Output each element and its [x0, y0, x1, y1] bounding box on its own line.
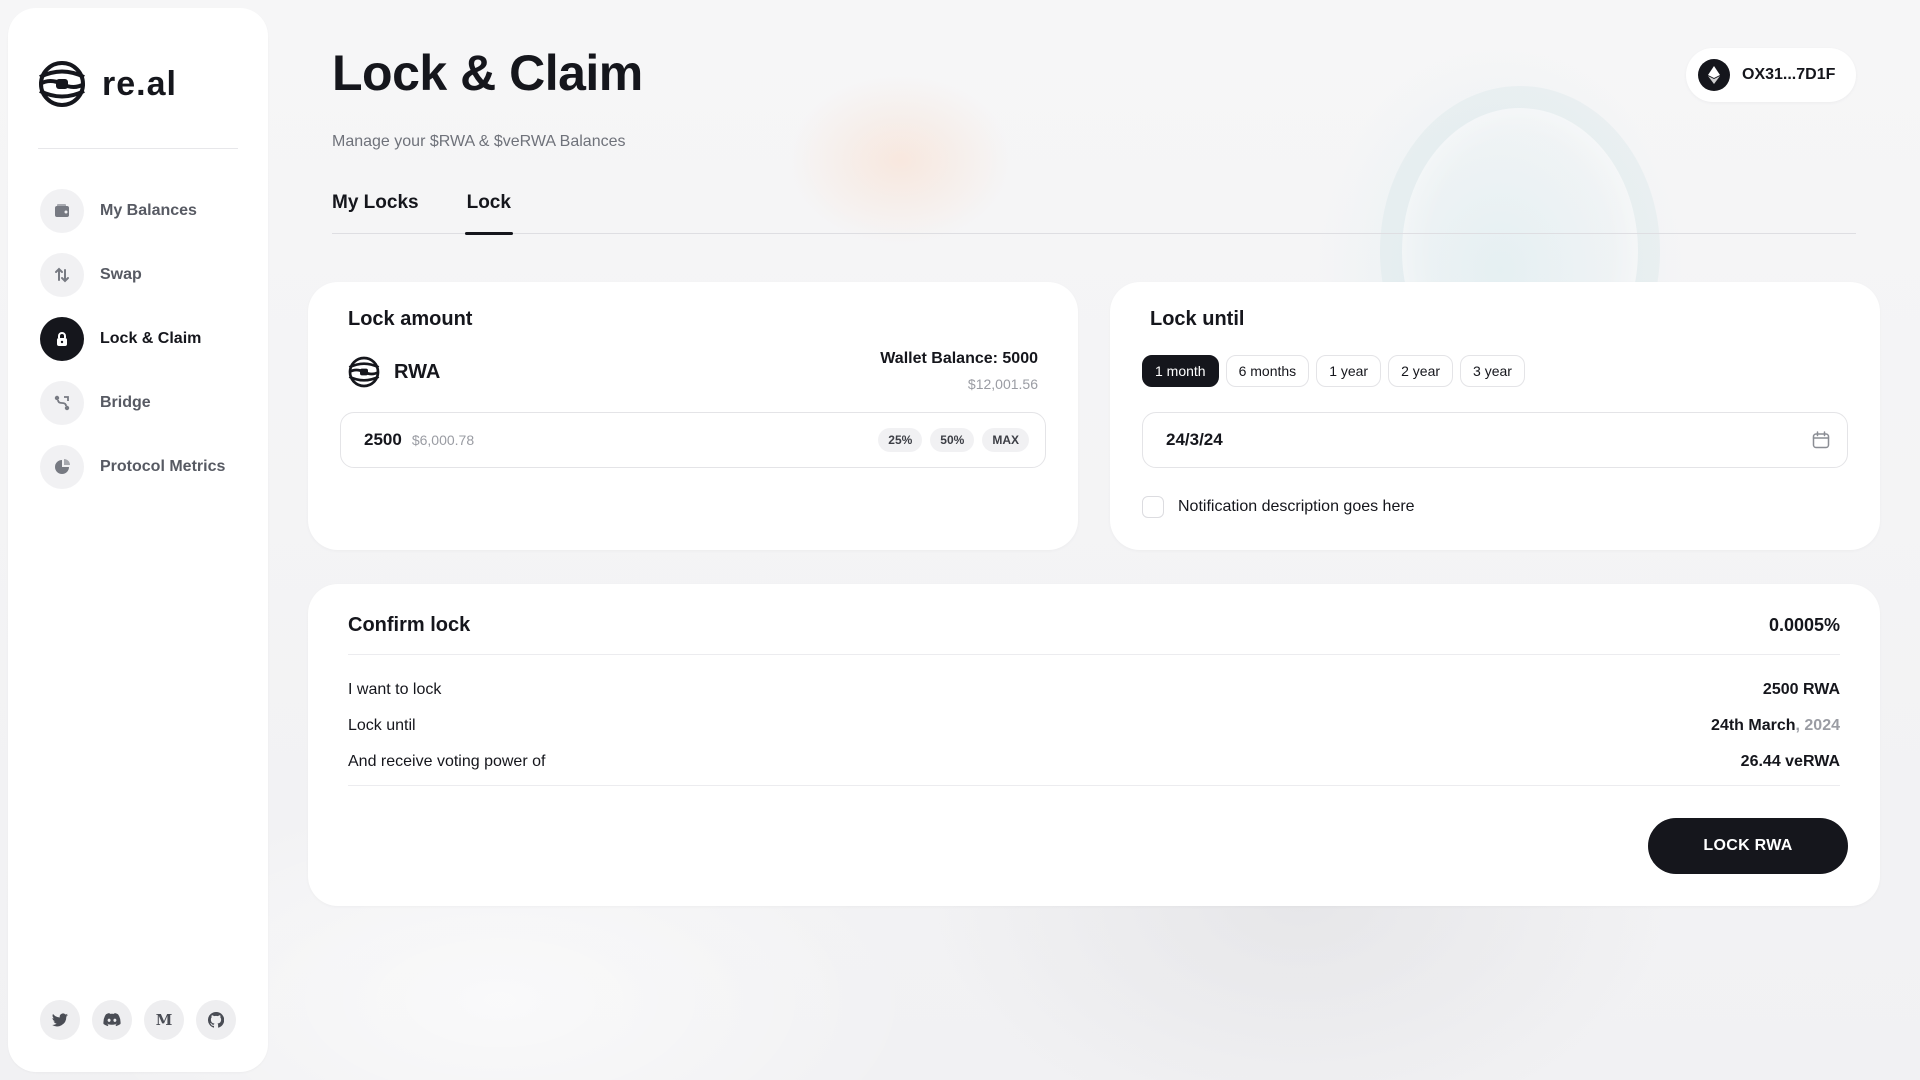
confirm-lock-card: Confirm lock 0.0005% I want to lock 2500… [308, 584, 1880, 906]
divider [348, 654, 1840, 655]
summary-value: 2500 RWA [1763, 681, 1840, 699]
duration-1-month[interactable]: 1 month [1142, 355, 1219, 387]
lock-icon [40, 317, 84, 361]
wallet-icon [40, 189, 84, 233]
summary-label: I want to lock [348, 681, 442, 698]
sidebar-item-protocol-metrics[interactable]: Protocol Metrics [40, 444, 250, 490]
tab-bar: My Locks Lock [332, 190, 1856, 235]
wallet-balance-value: Wallet Balance: 5000 [880, 350, 1038, 367]
duration-6-months[interactable]: 6 months [1225, 355, 1310, 387]
token-selector: RWA [348, 356, 440, 388]
calendar-icon[interactable] [1811, 430, 1831, 450]
notification-option: Notification description goes here [1142, 496, 1415, 518]
summary-label: And receive voting power of [348, 753, 546, 770]
rwa-token-icon [348, 356, 380, 388]
sidebar-item-lock-claim[interactable]: Lock & Claim [40, 316, 250, 362]
sidebar-item-label: Bridge [100, 394, 151, 411]
preset-25-button[interactable]: 25% [878, 428, 923, 452]
notification-label: Notification description goes here [1178, 498, 1415, 515]
brand-logo[interactable]: re.al [38, 60, 177, 108]
sidebar-item-label: My Balances [100, 202, 197, 219]
sidebar-item-label: Lock & Claim [100, 330, 202, 347]
tab-lock[interactable]: Lock [464, 190, 514, 235]
amount-presets: 25% 50% MAX [878, 428, 1029, 452]
medium-icon[interactable]: M [144, 1000, 184, 1040]
notification-checkbox[interactable] [1142, 496, 1164, 518]
sidebar-item-swap[interactable]: Swap [40, 252, 250, 298]
wallet-address: OX31...7D1F [1742, 66, 1836, 83]
discord-icon[interactable] [92, 1000, 132, 1040]
github-icon[interactable] [196, 1000, 236, 1040]
lock-amount-card: Lock amount RWA Wallet Balance: 5000 $12… [308, 282, 1078, 550]
amount-value: 2500 [364, 430, 402, 449]
real-logo-icon [38, 61, 86, 107]
lock-rwa-button[interactable]: LOCK RWA [1648, 818, 1848, 874]
summary-label: Lock until [348, 717, 416, 734]
wallet-connect-button[interactable]: OX31...7D1F [1686, 48, 1856, 102]
duration-2-year[interactable]: 2 year [1388, 355, 1454, 387]
brand-name: re.al [102, 64, 177, 103]
sidebar: re.al My Balances Swap Lock & Claim Brid… [8, 8, 268, 1072]
summary-row-lock-amount: I want to lock 2500 RWA [348, 672, 1840, 708]
preset-50-button[interactable]: 50% [930, 428, 975, 452]
confirm-summary: I want to lock 2500 RWA Lock until 24th … [348, 672, 1840, 780]
summary-value-main: 24th March [1711, 717, 1796, 734]
pie-chart-icon [40, 445, 84, 489]
summary-row-lock-until: Lock until 24th March, 2024 [348, 708, 1840, 744]
page-title: Lock & Claim [332, 45, 643, 101]
summary-value-year: , 2024 [1795, 717, 1840, 734]
lock-amount-title: Lock amount [348, 308, 473, 330]
svg-text:M: M [156, 1013, 172, 1027]
sidebar-nav: My Balances Swap Lock & Claim Bridge Pro… [40, 188, 250, 508]
social-links: M [40, 1000, 236, 1040]
swap-icon [40, 253, 84, 297]
summary-row-voting-power: And receive voting power of 26.44 veRWA [348, 744, 1840, 780]
ethereum-icon [1698, 59, 1730, 91]
summary-value: 26.44 veRWA [1741, 753, 1840, 771]
sidebar-divider [38, 148, 238, 149]
page-subtitle: Manage your $RWA & $veRWA Balances [332, 133, 626, 150]
lock-date-value: 24/3/24 [1166, 430, 1223, 449]
summary-value: 24th March, 2024 [1711, 717, 1840, 735]
lock-until-title: Lock until [1150, 308, 1245, 330]
divider [348, 785, 1840, 786]
confirm-title: Confirm lock [348, 613, 471, 636]
duration-options: 1 month 6 months 1 year 2 year 3 year [1142, 355, 1525, 387]
summary-value-main: 2500 RWA [1762, 681, 1840, 698]
confirm-rate: 0.0005% [1768, 614, 1840, 635]
sidebar-item-label: Swap [100, 266, 142, 283]
amount-usd: $6,000.78 [411, 432, 475, 448]
lock-until-card: Lock until 1 month 6 months 1 year 2 yea… [1110, 282, 1880, 550]
duration-1-year[interactable]: 1 year [1316, 355, 1382, 387]
wallet-balance: Wallet Balance: 5000 $12,001.56 [880, 350, 1038, 392]
lock-amount-input[interactable]: 2500 $6,000.78 25% 50% MAX [340, 412, 1046, 468]
sidebar-item-label: Protocol Metrics [100, 458, 226, 475]
confirm-header: Confirm lock 0.0005% [348, 610, 1840, 640]
tab-my-locks[interactable]: My Locks [332, 190, 419, 234]
token-name: RWA [394, 360, 441, 383]
summary-value-main: 26.44 veRWA [1740, 753, 1840, 770]
bridge-icon [40, 381, 84, 425]
sidebar-item-my-balances[interactable]: My Balances [40, 188, 250, 234]
sidebar-item-bridge[interactable]: Bridge [40, 380, 250, 426]
lock-date-input[interactable]: 24/3/24 [1142, 412, 1848, 468]
wallet-balance-usd: $12,001.56 [967, 376, 1038, 392]
preset-max-button[interactable]: MAX [982, 428, 1029, 452]
twitter-icon[interactable] [40, 1000, 80, 1040]
duration-3-year[interactable]: 3 year [1460, 355, 1525, 387]
